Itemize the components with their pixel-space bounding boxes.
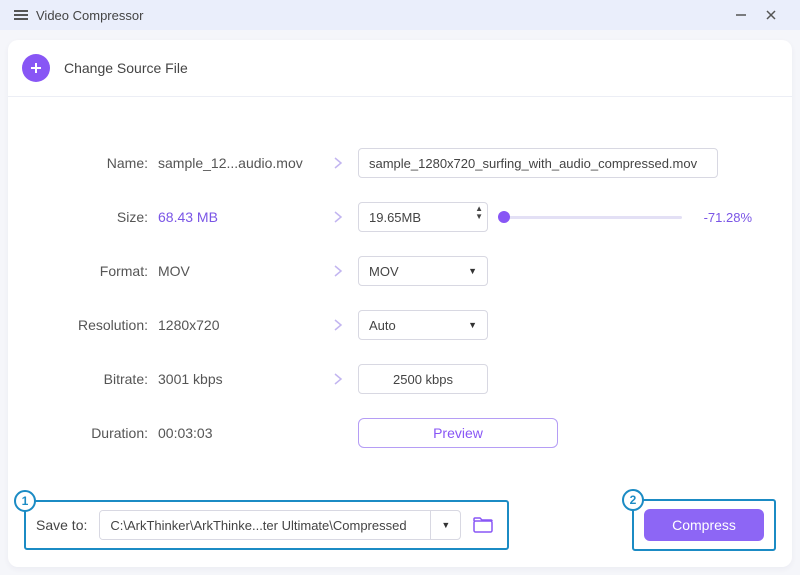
- bottom-bar: 1 Save to: ▼ 2 Compress: [8, 489, 792, 567]
- label-bitrate: Bitrate:: [48, 371, 158, 387]
- change-source-label[interactable]: Change Source File: [64, 60, 188, 76]
- size-down-icon[interactable]: ▼: [475, 217, 483, 225]
- label-size: Size:: [48, 209, 158, 225]
- save-path-dropdown[interactable]: ▼: [430, 510, 460, 540]
- original-bitrate: 3001 kbps: [158, 371, 318, 387]
- label-save-to: Save to:: [36, 517, 87, 533]
- row-size: Size: 68.43 MB 19.65MB ▲ ▼: [48, 201, 752, 233]
- label-resolution: Resolution:: [48, 317, 158, 333]
- callout-1: 1: [14, 490, 36, 512]
- row-format: Format: MOV MOV ▼: [48, 255, 752, 287]
- save-path-field: ▼: [99, 510, 461, 540]
- size-slider-thumb[interactable]: [498, 211, 510, 223]
- duration-value: 00:03:03: [158, 425, 318, 441]
- preview-button[interactable]: Preview: [358, 418, 558, 448]
- main-card: Change Source File Name: sample_12...aud…: [8, 40, 792, 567]
- form-area: Name: sample_12...audio.mov Size: 68.43 …: [8, 97, 792, 489]
- target-size-stepper[interactable]: 19.65MB ▲ ▼: [358, 202, 488, 232]
- label-name: Name:: [48, 155, 158, 171]
- callout-2: 2: [622, 489, 644, 511]
- format-select[interactable]: MOV ▼: [358, 256, 488, 286]
- label-format: Format:: [48, 263, 158, 279]
- add-source-button[interactable]: [22, 54, 50, 82]
- compress-button[interactable]: Compress: [644, 509, 764, 541]
- resolution-select-value: Auto: [369, 318, 396, 333]
- resolution-select[interactable]: Auto ▼: [358, 310, 488, 340]
- save-path-input[interactable]: [100, 511, 430, 539]
- original-name: sample_12...audio.mov: [158, 155, 318, 171]
- size-reduction-pct: -71.28%: [692, 210, 752, 225]
- original-format: MOV: [158, 263, 318, 279]
- chevron-right-icon: [318, 317, 358, 333]
- window-title: Video Compressor: [36, 8, 143, 23]
- target-size-value: 19.65MB: [369, 210, 421, 225]
- save-to-group: 1 Save to: ▼: [24, 500, 509, 550]
- app-icon: [14, 8, 28, 22]
- chevron-right-icon: [318, 263, 358, 279]
- size-slider[interactable]: [504, 216, 682, 219]
- open-folder-button[interactable]: [469, 511, 497, 539]
- bitrate-input[interactable]: [358, 364, 488, 394]
- source-file-row: Change Source File: [8, 40, 792, 97]
- chevron-down-icon: ▼: [468, 266, 477, 276]
- chevron-right-icon: [318, 209, 358, 225]
- compress-group: 2 Compress: [632, 499, 776, 551]
- row-duration: Duration: 00:03:03 Preview: [48, 417, 752, 449]
- chevron-right-icon: [318, 371, 358, 387]
- chevron-right-icon: [318, 155, 358, 171]
- chevron-down-icon: ▼: [468, 320, 477, 330]
- format-select-value: MOV: [369, 264, 399, 279]
- row-resolution: Resolution: 1280x720 Auto ▼: [48, 309, 752, 341]
- size-slider-wrap: -71.28%: [504, 210, 752, 225]
- video-compressor-window: Video Compressor Change Source File Name…: [0, 0, 800, 575]
- row-name: Name: sample_12...audio.mov: [48, 147, 752, 179]
- original-size: 68.43 MB: [158, 209, 318, 225]
- row-bitrate: Bitrate: 3001 kbps: [48, 363, 752, 395]
- titlebar: Video Compressor: [0, 0, 800, 30]
- label-duration: Duration:: [48, 425, 158, 441]
- close-button[interactable]: [756, 0, 786, 30]
- original-resolution: 1280x720: [158, 317, 318, 333]
- output-name-input[interactable]: [358, 148, 718, 178]
- minimize-button[interactable]: [726, 0, 756, 30]
